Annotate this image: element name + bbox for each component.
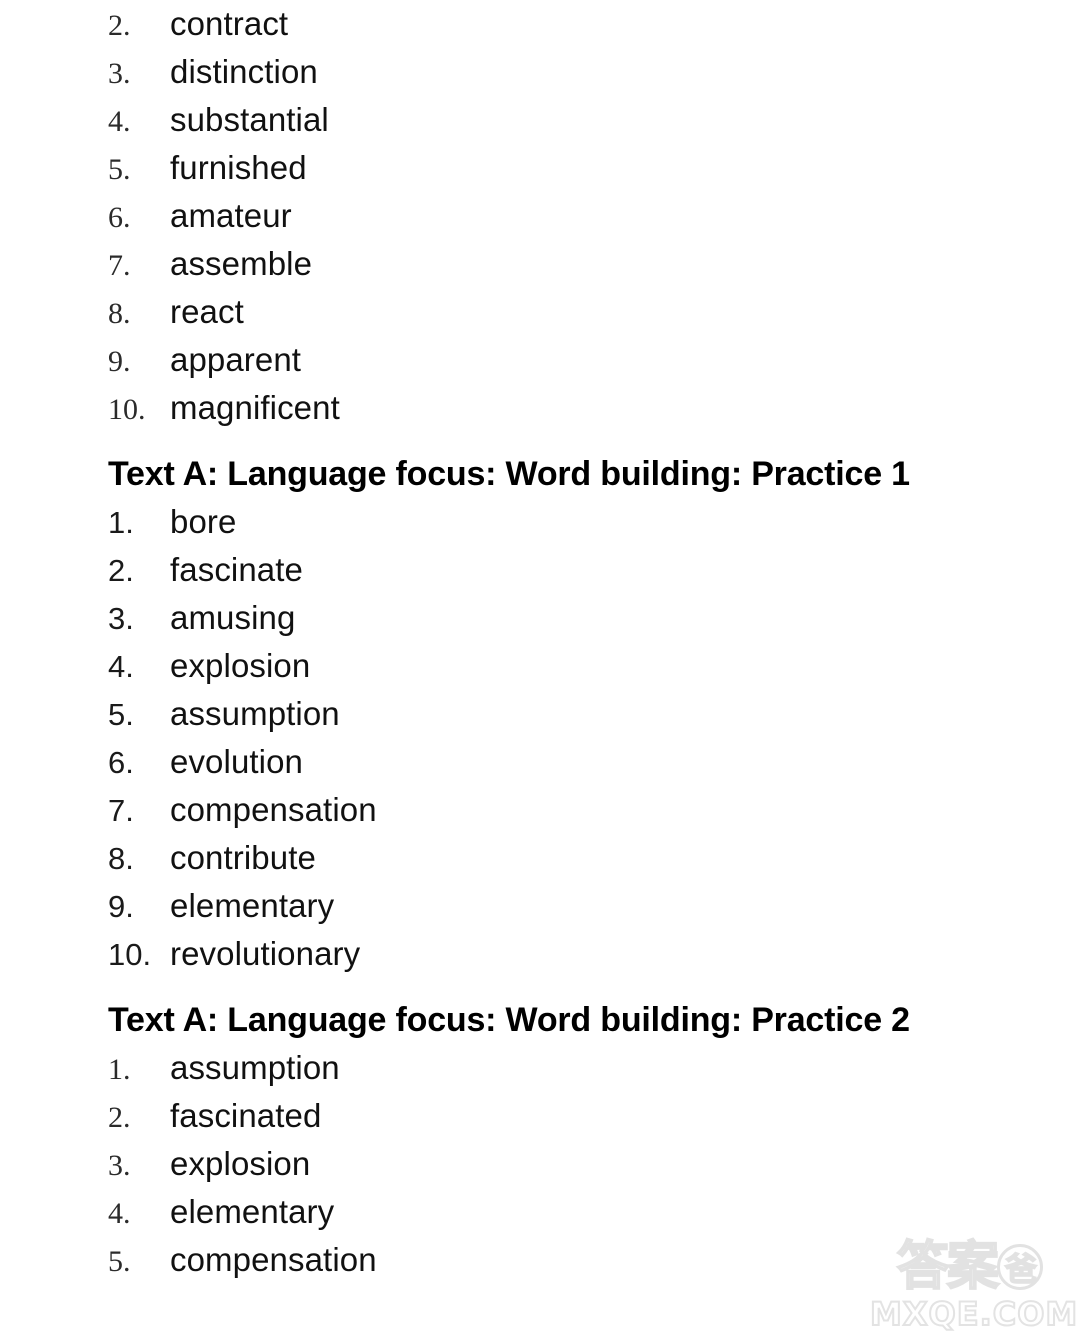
answer-row: 3. explosion [0, 1140, 1080, 1188]
answer-number: 3. [108, 57, 131, 90]
answer-word: fascinated [170, 1097, 322, 1134]
answer-number: 6. [108, 201, 131, 234]
watermark-domain: MXQE.COM [869, 1295, 1079, 1333]
answer-number: 1. [108, 1053, 131, 1086]
answer-row: 5. assumption [0, 690, 1080, 738]
answer-row: 7. assemble [0, 240, 1080, 288]
answer-number: 7. [108, 249, 131, 282]
answer-word: distinction [170, 53, 318, 90]
answer-row: 2. contract [0, 0, 1080, 48]
answer-word: evolution [170, 743, 303, 780]
answer-word: revolutionary [170, 935, 361, 972]
answer-number: 8. [108, 841, 134, 876]
section-heading-practice-2: Text A: Language focus: Word building: P… [108, 1001, 910, 1039]
answer-row: 8. contribute [0, 834, 1080, 882]
answer-word: contract [170, 5, 289, 42]
answer-number: 4. [108, 649, 134, 684]
answer-word: explosion [170, 647, 311, 684]
answer-word: elementary [170, 887, 335, 924]
answer-row: 8. react [0, 288, 1080, 336]
answer-number: 8. [108, 297, 131, 330]
answer-word: react [170, 293, 244, 330]
answer-word: fascinate [170, 551, 303, 588]
answer-number: 10. [108, 937, 152, 972]
answer-number: 2. [108, 9, 131, 42]
answer-number: 5. [108, 697, 134, 732]
answer-row: 10. revolutionary [0, 930, 1080, 978]
answer-word: explosion [170, 1145, 311, 1182]
answer-word: amusing [170, 599, 296, 636]
answer-word: compensation [170, 791, 377, 828]
answer-number: 9. [108, 889, 134, 924]
answer-number: 1. [108, 505, 134, 540]
answer-number: 4. [108, 1197, 131, 1230]
answer-row: 3. amusing [0, 594, 1080, 642]
answer-number: 10. [108, 393, 146, 426]
answer-number: 5. [108, 1245, 131, 1278]
answer-number: 6. [108, 745, 134, 780]
answer-word: bore [170, 503, 237, 540]
answer-word: assemble [170, 245, 313, 282]
answer-row: 4. elementary [0, 1188, 1080, 1236]
answer-row: 4. substantial [0, 96, 1080, 144]
answer-word: apparent [170, 341, 302, 378]
answer-number: 3. [108, 1149, 131, 1182]
answer-row: 10. magnificent [0, 384, 1080, 432]
answer-word: assumption [170, 695, 340, 732]
answer-list-two: 1. bore 2. fascinate 3. amusing 4. explosion 5. a… [0, 498, 1080, 978]
answer-number: 9. [108, 345, 131, 378]
answer-row: 7. compensation [0, 786, 1080, 834]
answer-row: 1. assumption [0, 1044, 1080, 1092]
answer-row: 3. distinction [0, 48, 1080, 96]
answer-row: 5. compensation [0, 1236, 1080, 1284]
answer-row: 9. apparent [0, 336, 1080, 384]
answer-word: contribute [170, 839, 316, 876]
section-heading-practice-1: Text A: Language focus: Word building: P… [108, 455, 910, 493]
answer-row: 9. elementary [0, 882, 1080, 930]
answer-number: 7. [108, 793, 134, 828]
answer-row: 6. amateur [0, 192, 1080, 240]
answer-row: 5. furnished [0, 144, 1080, 192]
answer-number: 3. [108, 601, 134, 636]
answer-row: 6. evolution [0, 738, 1080, 786]
answer-row: 2. fascinate [0, 546, 1080, 594]
answer-number: 5. [108, 153, 131, 186]
answer-row: 2. fascinated [0, 1092, 1080, 1140]
answer-word: amateur [170, 197, 292, 234]
answer-word: compensation [170, 1241, 377, 1278]
answer-row: 4. explosion [0, 642, 1080, 690]
answer-word: elementary [170, 1193, 335, 1230]
answer-number: 2. [108, 553, 134, 588]
answer-word: assumption [170, 1049, 340, 1086]
answer-word: magnificent [170, 389, 340, 426]
answer-number: 4. [108, 105, 131, 138]
answer-list-three: 1. assumption 2. fascinated 3. explosion 4. ele… [0, 1044, 1080, 1284]
answer-list-one: 2. contract 3. distinction 4. substantial 5. fu… [0, 0, 1080, 432]
document-page: 2. contract 3. distinction 4. substantial 5. fu… [0, 0, 1080, 1338]
answer-word: furnished [170, 149, 307, 186]
answer-row: 1. bore [0, 498, 1080, 546]
answer-number: 2. [108, 1101, 131, 1134]
answer-word: substantial [170, 101, 329, 138]
